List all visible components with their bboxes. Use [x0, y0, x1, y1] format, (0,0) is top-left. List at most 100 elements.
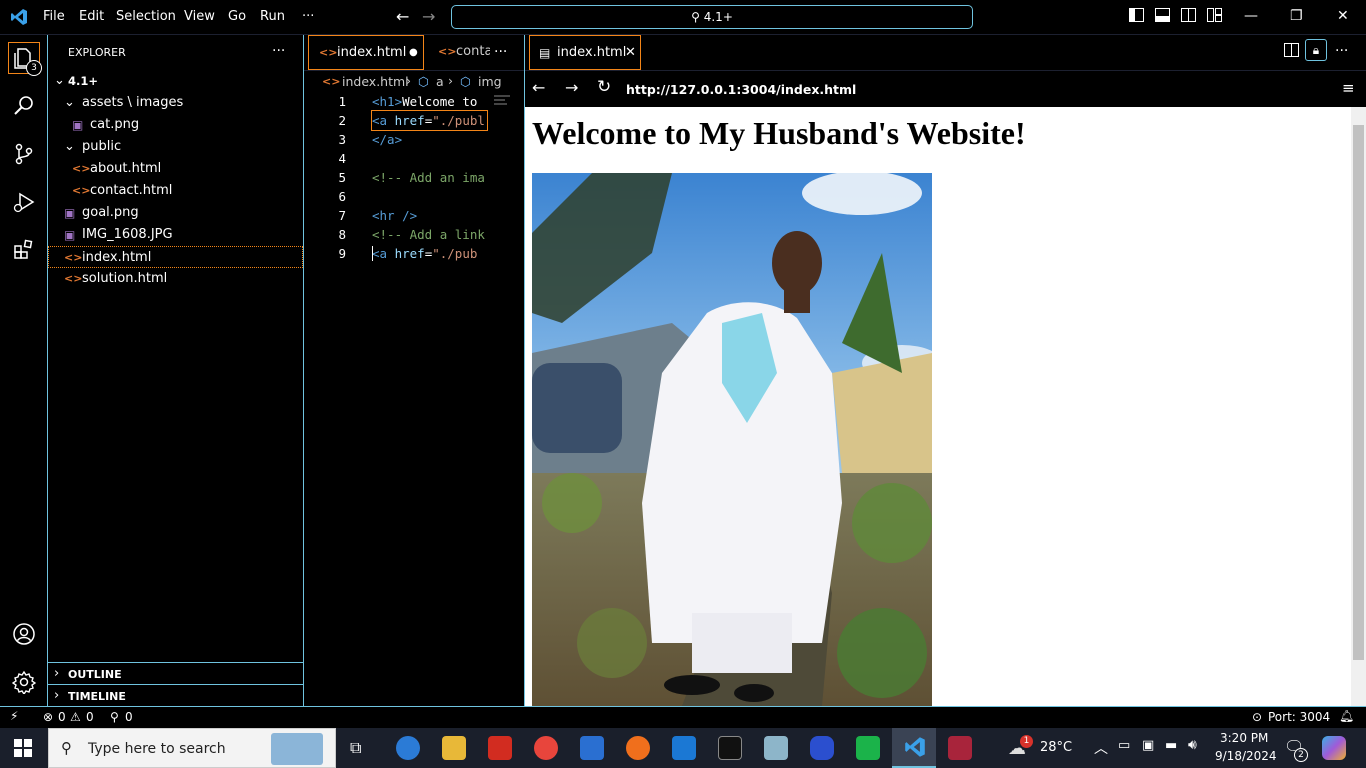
- code-line[interactable]: 5 <!-- Add an ima: [304, 168, 524, 187]
- accounts-icon[interactable]: [8, 618, 40, 650]
- menu-selection[interactable]: Selection: [116, 9, 176, 24]
- customize-layout-icon[interactable]: [1207, 8, 1222, 26]
- browser-forward-icon[interactable]: →: [565, 78, 578, 97]
- tree-file-cat-png[interactable]: ▣ cat.png: [48, 114, 303, 136]
- editor-more-button[interactable]: ···: [494, 44, 507, 60]
- code-line[interactable]: 6: [304, 187, 524, 206]
- code-line[interactable]: 1 <h1>Welcome to: [304, 92, 524, 111]
- photos-app-icon[interactable]: [764, 736, 788, 760]
- lock-icon[interactable]: 🔒︎: [1305, 39, 1327, 61]
- minimap[interactable]: [494, 95, 510, 109]
- preview-more-button[interactable]: ···: [1335, 43, 1348, 59]
- close-window-icon[interactable]: ✕: [1337, 8, 1349, 24]
- file-explorer-app-icon[interactable]: [442, 736, 466, 760]
- unsaved-dot-icon[interactable]: ●: [409, 36, 418, 69]
- tab-contact-html[interactable]: <> conta: [428, 35, 490, 70]
- code-line[interactable]: 3 </a>: [304, 130, 524, 149]
- meet-now-icon[interactable]: ▭: [1118, 738, 1130, 753]
- search-activity-icon[interactable]: [8, 90, 40, 122]
- explorer-activity-icon[interactable]: 3: [8, 42, 42, 76]
- edge-app-icon[interactable]: [396, 736, 420, 760]
- mail-app-icon[interactable]: [672, 736, 696, 760]
- sheets-app-icon[interactable]: [856, 736, 880, 760]
- browser-url-input[interactable]: http://127.0.0.1:3004/index.html: [626, 82, 856, 97]
- vscode-taskbar-button[interactable]: [892, 728, 936, 768]
- menu-file[interactable]: File: [43, 9, 65, 24]
- notifications-bell-icon[interactable]: 🔔︎: [1339, 709, 1354, 723]
- taskbar-search-box[interactable]: ⚲ Type here to search: [48, 728, 336, 768]
- tree-folder-public[interactable]: ⌄ public: [48, 136, 303, 158]
- source-control-icon[interactable]: [8, 138, 40, 170]
- ports-count[interactable]: 0: [125, 710, 133, 724]
- code-line[interactable]: 8 <!-- Add a link: [304, 225, 524, 244]
- menu-go[interactable]: Go: [228, 9, 246, 24]
- tab-index-html[interactable]: <> index.html ●: [308, 35, 424, 70]
- battery-icon[interactable]: ▬: [1165, 738, 1177, 753]
- menu-edit[interactable]: Edit: [79, 9, 104, 24]
- remote-indicator-icon[interactable]: ⚡: [10, 709, 18, 723]
- run-debug-icon[interactable]: [8, 186, 40, 218]
- breadcrumb-a[interactable]: a: [436, 74, 444, 89]
- nav-forward-icon[interactable]: →: [422, 7, 435, 26]
- code-line[interactable]: 9 <a href="./pub: [304, 244, 524, 263]
- tree-root-folder[interactable]: ⌄ 4.1+: [48, 70, 303, 92]
- extensions-icon[interactable]: [8, 234, 40, 266]
- restore-icon[interactable]: ❐: [1290, 8, 1303, 24]
- menu-view[interactable]: View: [184, 9, 215, 24]
- chrome-app-icon[interactable]: [534, 736, 558, 760]
- close-tab-icon[interactable]: ✕: [625, 36, 636, 69]
- clock-time[interactable]: 3:20 PM: [1220, 731, 1268, 745]
- store-app-icon[interactable]: [580, 736, 604, 760]
- tree-file-about-html[interactable]: <> about.html: [48, 158, 303, 180]
- timeline-section[interactable]: › TIMELINE: [48, 684, 303, 706]
- tree-file-goal-png[interactable]: ▣ goal.png: [48, 202, 303, 224]
- warnings-count[interactable]: 0: [86, 710, 94, 724]
- webex-app-icon[interactable]: [810, 736, 834, 760]
- code-line[interactable]: 7 <hr />: [304, 206, 524, 225]
- errors-count[interactable]: 0: [58, 710, 66, 724]
- tree-file-contact-html[interactable]: <> contact.html: [48, 180, 303, 202]
- volume-icon[interactable]: 🔊︎: [1188, 737, 1197, 753]
- split-editor-icon[interactable]: [1284, 43, 1299, 61]
- breadcrumb-img[interactable]: img: [478, 74, 502, 89]
- tab-preview-index-html[interactable]: ▤ index.html ✕: [529, 35, 641, 70]
- manage-gear-icon[interactable]: [8, 666, 40, 698]
- toggle-panel-icon[interactable]: [1155, 8, 1170, 26]
- windows-start-icon[interactable]: [14, 739, 32, 761]
- temperature-label[interactable]: 28°C: [1040, 740, 1072, 755]
- toggle-secondary-sidebar-icon[interactable]: [1181, 8, 1196, 26]
- tree-folder-assets-images[interactable]: ⌄ assets \ images: [48, 92, 303, 114]
- browser-back-icon[interactable]: ←: [532, 78, 545, 97]
- tree-file-index-html[interactable]: <> index.html: [48, 246, 303, 268]
- broadcast-icon[interactable]: ⊙: [1252, 710, 1262, 724]
- code-line[interactable]: 2 <a href="./publ: [304, 110, 524, 131]
- outline-section[interactable]: › OUTLINE: [48, 662, 303, 684]
- chevron-up-icon[interactable]: ︿: [1094, 738, 1108, 758]
- minimize-icon[interactable]: —: [1244, 8, 1258, 24]
- acrobat-app-icon[interactable]: [488, 736, 512, 760]
- ports-icon[interactable]: ⚲: [110, 710, 119, 724]
- menu-more[interactable]: ···: [302, 9, 314, 24]
- scrollbar-thumb[interactable]: [1353, 125, 1364, 660]
- tree-file-img-1608[interactable]: ▣ IMG_1608.JPG: [48, 224, 303, 246]
- task-view-icon[interactable]: ⧉: [350, 738, 361, 758]
- port-indicator[interactable]: Port: 3004: [1268, 710, 1330, 724]
- toggle-primary-sidebar-icon[interactable]: [1129, 8, 1144, 26]
- browser-menu-icon[interactable]: ≡: [1342, 79, 1355, 97]
- errors-icon[interactable]: ⊗: [43, 710, 53, 724]
- clock-date[interactable]: 9/18/2024: [1215, 749, 1277, 763]
- firefox-app-icon[interactable]: [626, 736, 650, 760]
- display-icon[interactable]: ▣: [1142, 738, 1154, 753]
- browser-reload-icon[interactable]: ↻: [597, 77, 611, 97]
- warnings-icon[interactable]: ⚠: [70, 710, 81, 724]
- terminal-app-icon[interactable]: [718, 736, 742, 760]
- command-center-search[interactable]: ⚲ 4.1+: [451, 5, 973, 29]
- explorer-more-button[interactable]: ···: [272, 43, 285, 59]
- winrar-app-icon[interactable]: [948, 736, 972, 760]
- code-line[interactable]: 4: [304, 149, 524, 168]
- menu-run[interactable]: Run: [260, 9, 285, 24]
- nav-back-icon[interactable]: ←: [396, 7, 409, 26]
- page-scrollbar[interactable]: [1351, 107, 1366, 706]
- page-photo[interactable]: [532, 173, 932, 706]
- tree-file-solution-html[interactable]: <> solution.html: [48, 268, 303, 290]
